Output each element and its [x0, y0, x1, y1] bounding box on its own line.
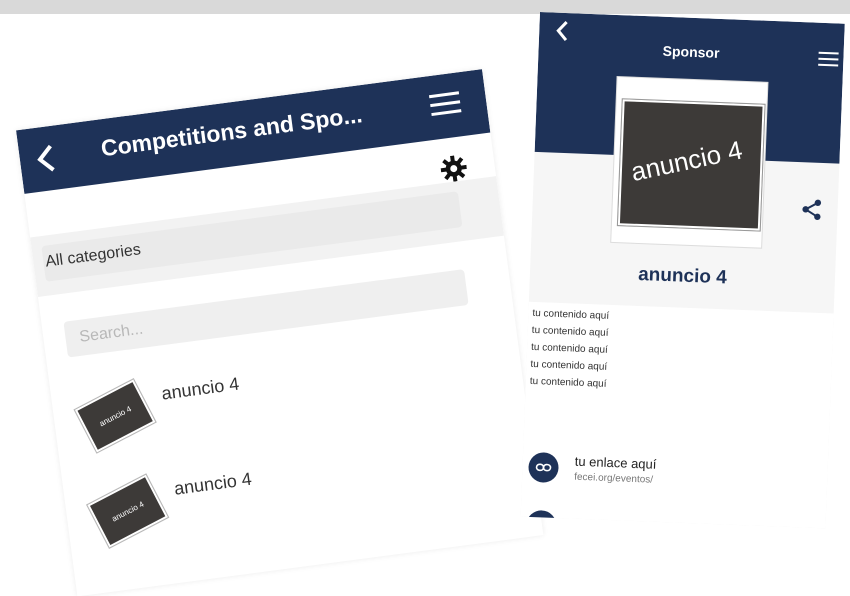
category-select[interactable] — [41, 191, 463, 282]
link-title[interactable]: tu enlace aquí — [574, 454, 656, 472]
top-border — [0, 0, 850, 14]
item-thumbnail: anuncio 4 — [87, 474, 169, 548]
page-title: Competitions and Spo... — [99, 101, 364, 162]
hamburger-menu-icon[interactable] — [426, 86, 464, 122]
share-icon[interactable] — [800, 198, 823, 221]
content-line: tu contenido aquí — [529, 375, 607, 390]
sponsor-name: anuncio 4 — [637, 263, 728, 289]
page-title: Sponsor — [662, 42, 720, 61]
item-label: anuncio 4 — [172, 468, 253, 499]
back-icon[interactable] — [30, 141, 64, 177]
item-thumbnail: anuncio 4 — [74, 379, 156, 453]
sponsor-image-text: anuncio 4 — [628, 134, 745, 187]
content-line: tu contenido aquí — [530, 358, 608, 373]
link-url[interactable]: fecei.org/eventos/ — [574, 472, 653, 486]
gear-icon[interactable] — [439, 154, 468, 183]
content-line: tu contenido aquí — [530, 341, 609, 356]
content-line: tu contenido aquí — [532, 307, 610, 322]
sponsor-image: anuncio 4 — [611, 77, 768, 248]
competitions-list-screen: Competitions and Spo... All categories a… — [16, 69, 544, 596]
content-section: tu contenido aquí tu contenido aquí tu c… — [520, 301, 834, 529]
app-bar: Competitions and Spo... — [16, 69, 491, 194]
content-line: tu contenido aquí — [531, 324, 609, 339]
sponsor-image-content: anuncio 4 — [617, 99, 765, 231]
sponsor-detail-screen: Sponsor anuncio 4 anuncio 4 tu contenido… — [520, 12, 845, 529]
link-icon[interactable] — [527, 451, 560, 484]
item-label: anuncio 4 — [160, 373, 241, 404]
hamburger-menu-icon[interactable] — [816, 49, 841, 70]
